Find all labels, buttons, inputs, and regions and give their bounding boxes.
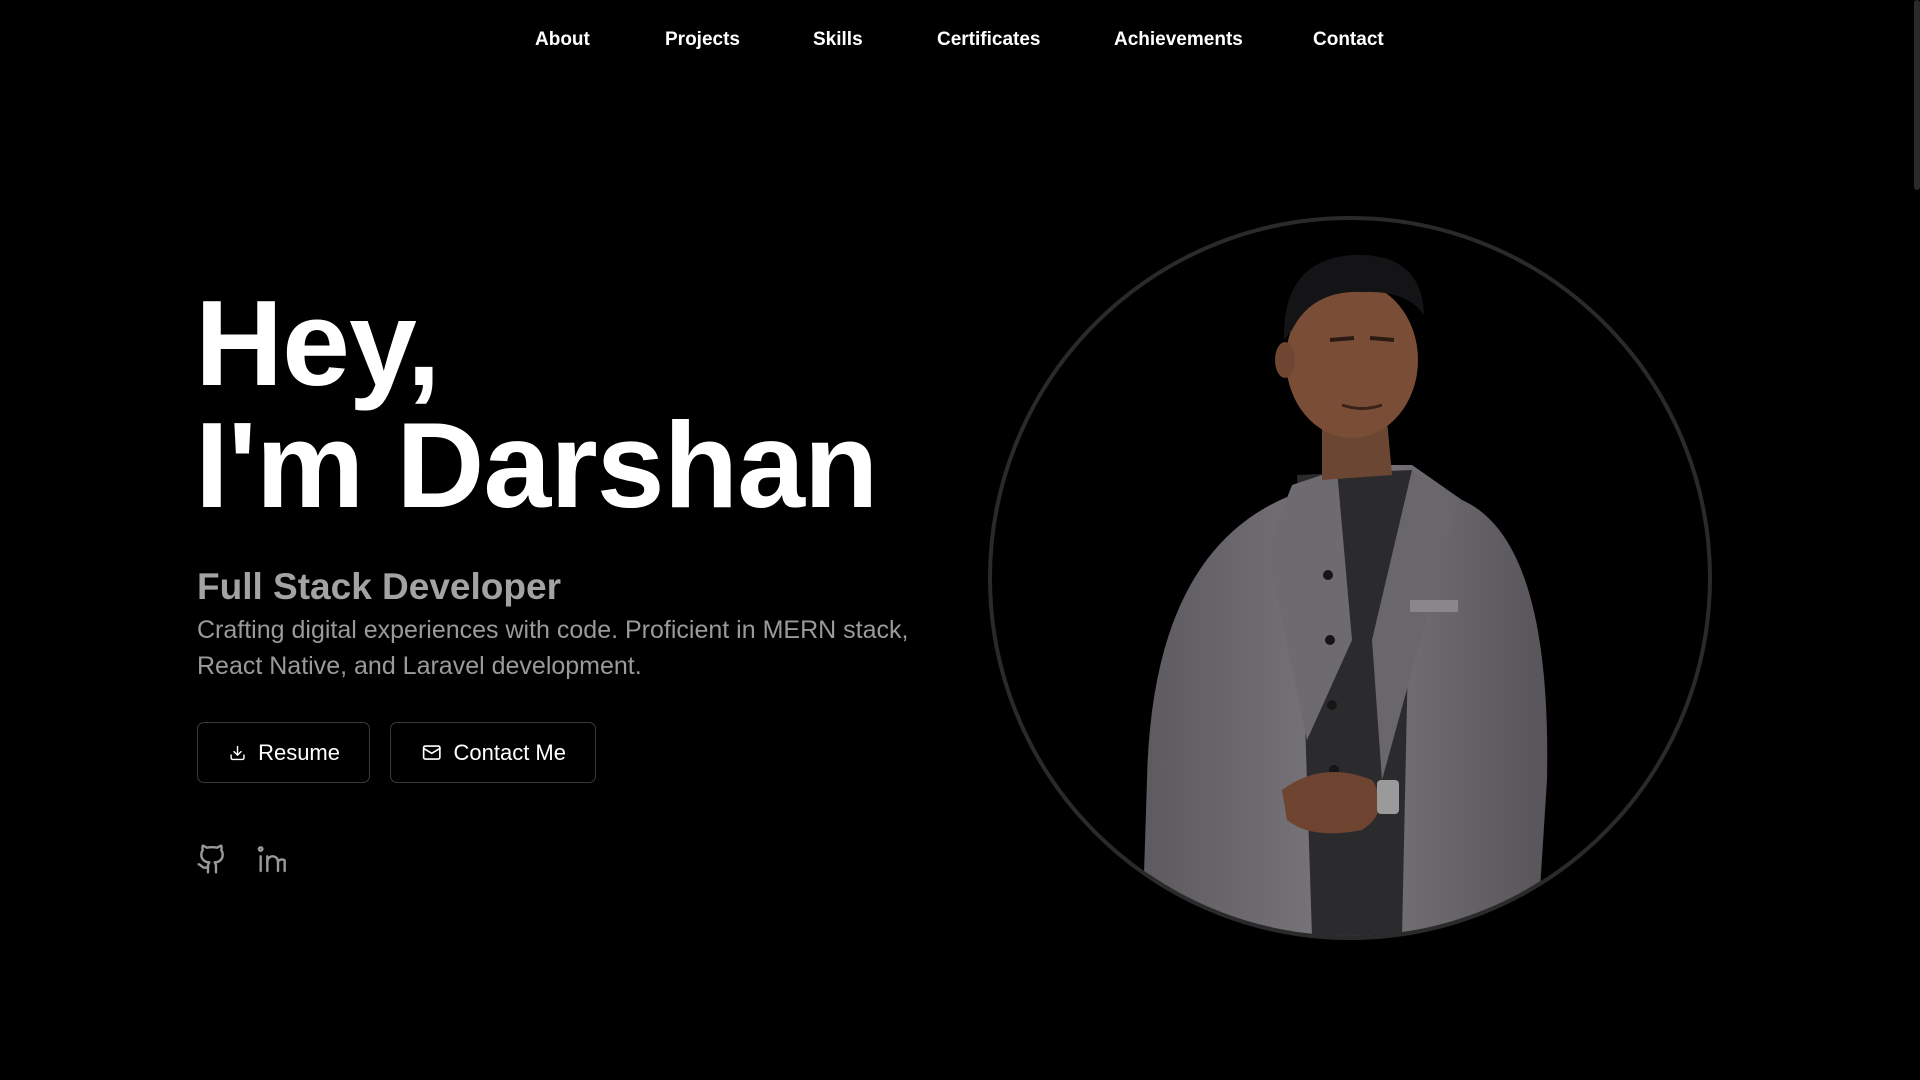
resume-label: Resume <box>258 739 340 765</box>
nav-link-achievements[interactable]: Achievements <box>1114 29 1243 51</box>
contact-me-button[interactable]: Contact Me <box>390 722 596 783</box>
resume-button[interactable]: Resume <box>197 722 370 783</box>
hero-name: I'm Darshan <box>195 397 878 533</box>
nav-link-contact[interactable]: Contact <box>1313 29 1384 51</box>
portfolio-page: About Projects Skills Certificates Achie… <box>0 0 1920 1080</box>
scrollbar-thumb[interactable] <box>1914 0 1920 190</box>
nav-link-certificates[interactable]: Certificates <box>937 29 1041 51</box>
nav-link-skills[interactable]: Skills <box>813 29 863 51</box>
person-portrait-illustration <box>1142 254 1548 936</box>
profile-photo <box>988 216 1712 940</box>
mail-icon <box>422 745 441 760</box>
download-icon <box>230 745 245 760</box>
nav-link-about[interactable]: About <box>535 29 590 51</box>
hero-title: Hey, I'm Darshan <box>195 275 878 533</box>
hero-description: Crafting digital experiences with code. … <box>197 616 909 680</box>
nav-link-projects[interactable]: Projects <box>665 29 740 51</box>
hero-role: Full Stack Developer <box>197 566 561 607</box>
linkedin-icon[interactable] <box>256 843 288 875</box>
contact-me-label: Contact Me <box>453 739 567 765</box>
top-nav: About Projects Skills Certificates Achie… <box>0 0 1920 82</box>
github-icon[interactable] <box>196 843 228 875</box>
hero-greeting: Hey, <box>195 275 441 411</box>
